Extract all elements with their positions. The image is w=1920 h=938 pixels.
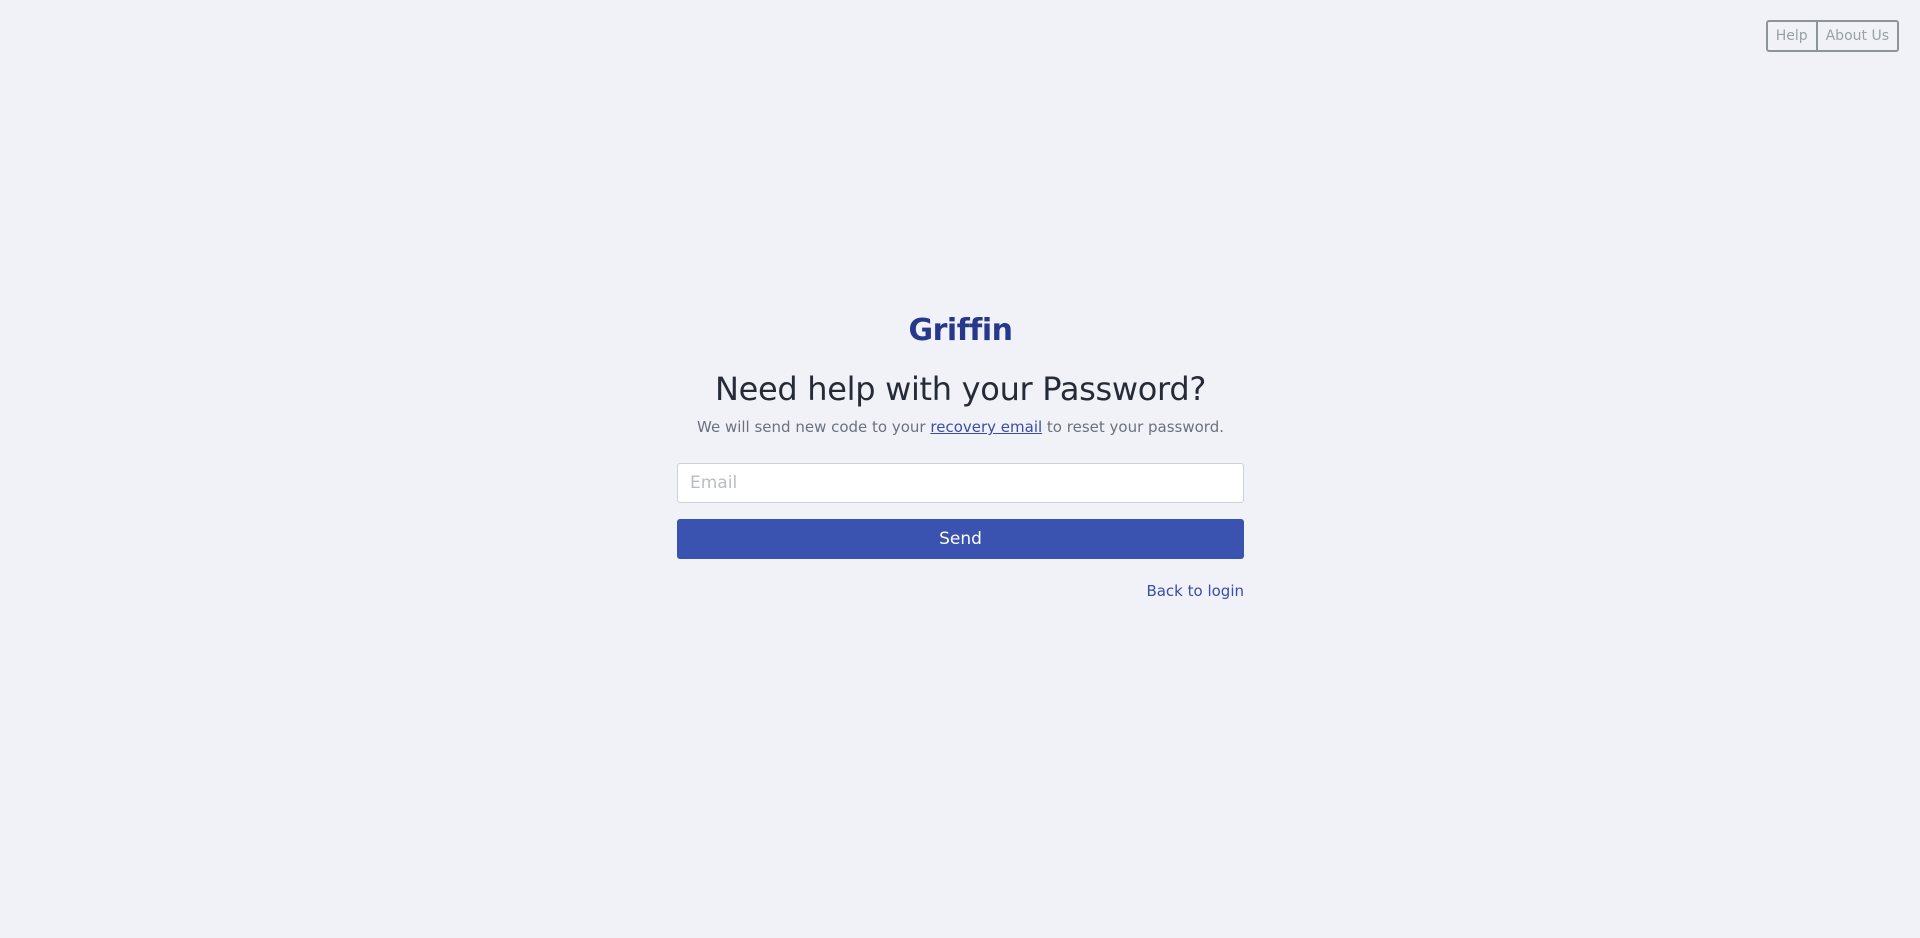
help-button[interactable]: Help [1765,20,1818,52]
instructions-text-before: We will send new code to your [697,418,931,436]
back-row: Back to login [677,579,1244,603]
email-field[interactable] [677,463,1244,503]
send-button[interactable]: Send [677,519,1244,559]
griffin-logo: Griffin [908,313,1013,348]
instructions-text-after: to reset your password. [1042,418,1224,436]
password-recovery-panel: Griffin Need help with your Password? We… [677,305,1244,603]
recovery-email-link[interactable]: recovery email [930,418,1042,436]
back-to-login-link[interactable]: Back to login [1146,582,1244,600]
page-title: Need help with your Password? [714,370,1207,408]
instructions-text: We will send new code to your recovery e… [677,416,1244,438]
top-nav: Help About Us [1765,20,1899,52]
about-us-button[interactable]: About Us [1817,20,1899,52]
